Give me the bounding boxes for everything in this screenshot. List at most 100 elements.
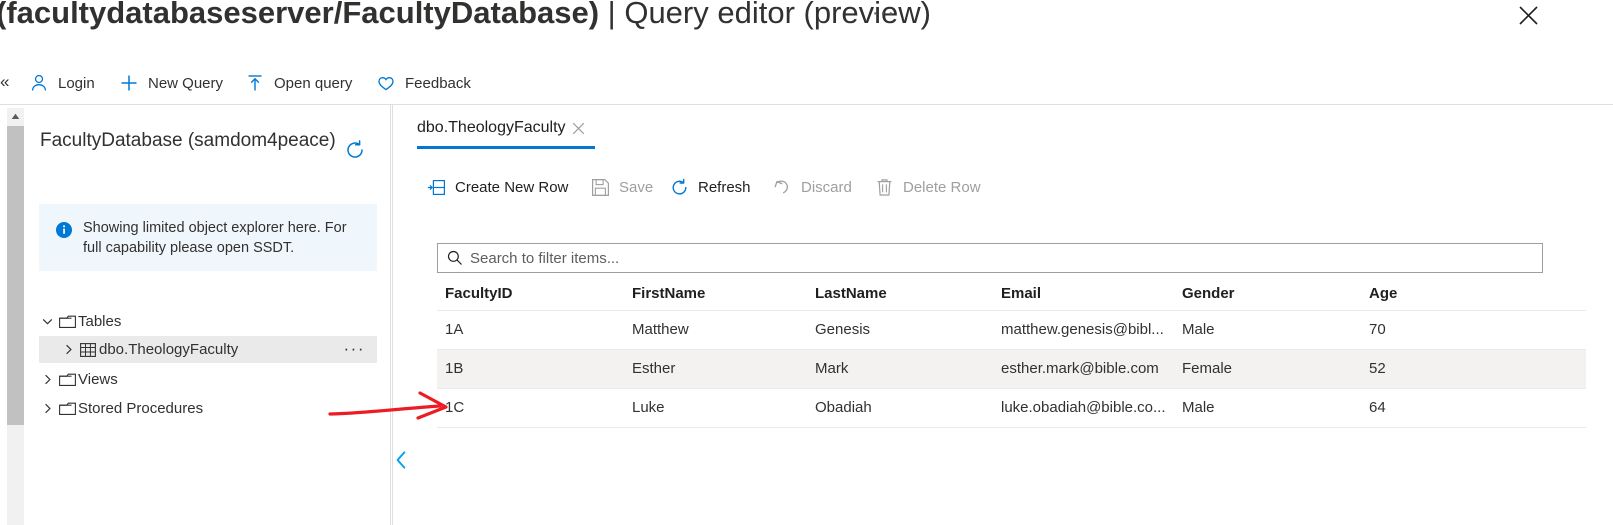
header-overflow-menu-button[interactable]: ··· [872,2,895,24]
refresh-button-label: Refresh [698,178,751,196]
close-button[interactable] [1512,0,1544,31]
cell-lastname[interactable]: Mark [815,359,990,379]
refresh-icon [347,140,363,158]
table-row[interactable]: 1A Matthew Genesis matthew.genesis@bibl.… [437,311,1586,350]
query-editor-pane: dbo.TheologyFaculty Create New Row Save … [393,105,1613,525]
cell-facultyid[interactable]: 1B [445,359,620,379]
feedback-button-label: Feedback [405,74,471,92]
search-box[interactable] [437,243,1543,273]
login-button-label: Login [58,74,95,92]
cell-age[interactable]: 70 [1369,320,1539,340]
tree-node-tables[interactable]: Tables [39,308,377,335]
page-title-resource: (facultydatabaseserver/FacultyDatabase) [0,0,600,30]
page-title-separator: | [599,0,625,30]
heart-icon [376,73,396,93]
column-header-facultyid[interactable]: FacultyID [445,284,620,304]
object-explorer-pane: FacultyDatabase (samdom4peace) Showing l… [26,105,390,525]
chevron-down-icon[interactable] [39,308,56,335]
table-row[interactable]: 1C Luke Obadiah luke.obadiah@bible.co...… [437,389,1586,428]
create-new-row-label: Create New Row [455,178,569,196]
save-icon [590,177,610,197]
info-icon [56,222,72,238]
search-icon [447,250,463,266]
info-banner-text: Showing limited object explorer here. Fo… [83,220,347,256]
cell-gender[interactable]: Male [1182,320,1354,340]
cell-email[interactable]: matthew.genesis@bibl... [1001,320,1169,340]
column-header-gender[interactable]: Gender [1182,284,1354,304]
global-command-bar: « Login New Query Open query Feedback [0,62,1613,104]
new-query-button-label: New Query [148,74,224,92]
close-icon [1518,5,1538,25]
column-header-email[interactable]: Email [1001,284,1169,304]
chevron-right-icon[interactable] [39,366,56,393]
cell-email[interactable]: esther.mark@bible.com [1001,359,1169,379]
cell-gender[interactable]: Female [1182,359,1354,379]
page-scrollbar[interactable] [7,108,24,525]
table-row[interactable]: 1B Esther Mark esther.mark@bible.com Fem… [437,350,1586,389]
feedback-button[interactable]: Feedback [376,66,471,100]
discard-button: Discard [772,169,852,205]
trash-icon [874,177,894,197]
column-header-lastname[interactable]: LastName [815,284,990,304]
editor-tabstrip: dbo.TheologyFaculty [393,105,1613,149]
info-banner: Showing limited object explorer here. Fo… [39,204,377,271]
scrollbar-thumb[interactable] [7,126,24,425]
page-header: (facultydatabaseserver/FacultyDatabase) … [0,0,1613,48]
grid-toolbar: Create New Row Save Refresh Discard Dele… [393,169,1613,205]
insert-row-icon [426,177,446,197]
cell-age[interactable]: 64 [1369,398,1539,418]
discard-button-label: Discard [801,178,852,196]
grid-header-row: FacultyID FirstName LastName Email Gende… [437,278,1586,311]
page-title: (facultydatabaseserver/FacultyDatabase) … [0,0,931,33]
login-button[interactable]: Login [29,66,95,100]
create-new-row-button[interactable]: Create New Row [426,169,568,205]
folder-icon [56,308,78,335]
delete-row-button: Delete Row [874,169,981,205]
column-header-age[interactable]: Age [1369,284,1539,304]
tree-node-context-menu-button[interactable]: ··· [344,340,365,358]
scrollbar-up-arrow[interactable] [7,108,24,125]
cell-facultyid[interactable]: 1A [445,320,620,340]
tab-dbo-theologyfaculty[interactable]: dbo.TheologyFaculty [417,110,587,146]
tab-active-indicator [417,146,595,149]
cell-lastname[interactable]: Genesis [815,320,990,340]
cell-firstname[interactable]: Esther [632,359,804,379]
plus-icon [119,73,139,93]
chevron-right-icon[interactable] [60,336,77,363]
tab-close-icon[interactable] [571,120,587,136]
save-button-label: Save [619,178,654,196]
cell-age[interactable]: 52 [1369,359,1539,379]
collapse-sidebar-button[interactable]: « [0,72,9,92]
tree-node-label: Stored Procedures [78,399,204,417]
cell-firstname[interactable]: Matthew [632,320,804,340]
folder-icon [56,366,78,393]
tree-node-label: Views [78,370,118,388]
database-name-label: FacultyDatabase (samdom4peace) [40,130,336,151]
data-grid: FacultyID FirstName LastName Email Gende… [437,278,1586,428]
triangle-up-icon [11,113,20,119]
refresh-grid-button[interactable]: Refresh [669,169,751,205]
tree-node-label: dbo.TheologyFaculty [99,340,239,358]
refresh-database-button[interactable] [343,138,367,162]
cell-email[interactable]: luke.obadiah@bible.co... [1001,398,1169,418]
table-icon [77,336,99,363]
tree-node-label: Tables [78,312,122,330]
new-query-button[interactable]: New Query [119,66,223,100]
save-button: Save [590,169,653,205]
column-header-firstname[interactable]: FirstName [632,284,804,304]
tree-node-views[interactable]: Views [39,366,377,393]
chevron-right-icon[interactable] [39,395,56,422]
cell-firstname[interactable]: Luke [632,398,804,418]
cell-facultyid[interactable]: 1C [445,398,620,418]
tree-node-dbo-theologyfaculty[interactable]: dbo.TheologyFaculty ··· [39,336,377,363]
folder-icon [56,395,78,422]
cell-gender[interactable]: Male [1182,398,1354,418]
person-icon [29,73,49,93]
tree-node-stored-procedures[interactable]: Stored Procedures [39,395,377,422]
refresh-icon [669,177,689,197]
tab-label: dbo.TheologyFaculty [417,119,566,136]
open-query-button[interactable]: Open query [245,66,352,100]
search-input[interactable] [463,245,1542,271]
cell-lastname[interactable]: Obadiah [815,398,990,418]
undo-icon [772,177,792,197]
